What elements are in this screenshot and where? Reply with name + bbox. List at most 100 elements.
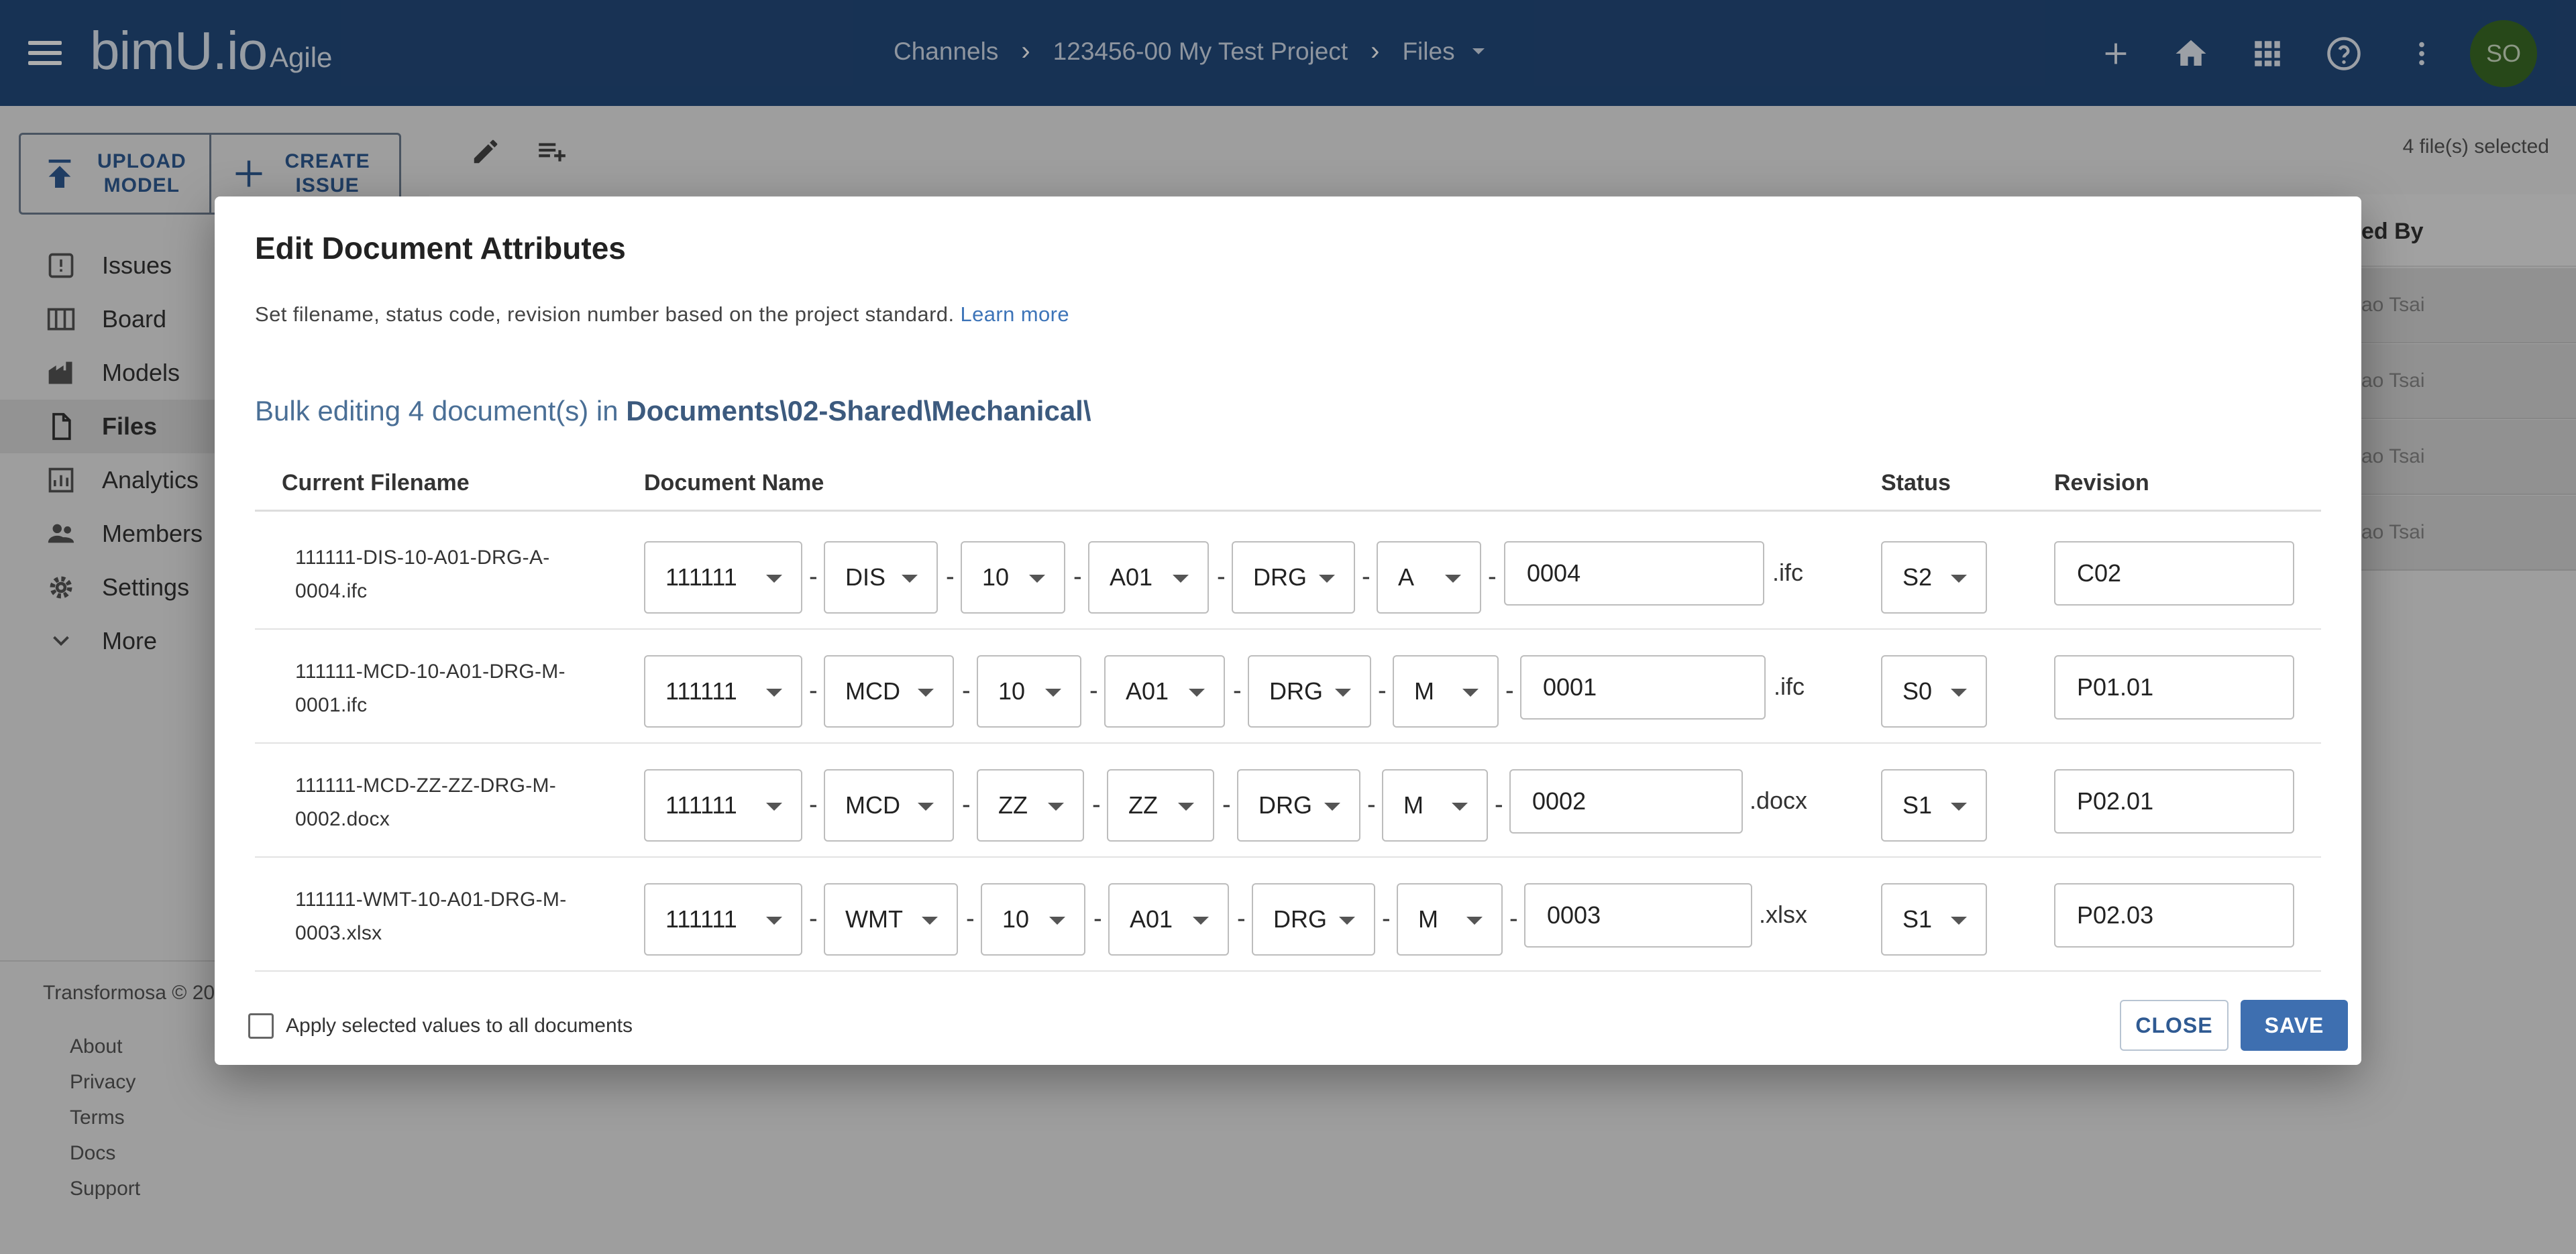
description-text: Set filename, status code, revision numb… bbox=[255, 302, 955, 326]
separator-dash: - bbox=[1233, 677, 1242, 705]
level-select[interactable]: A01 bbox=[1108, 883, 1229, 956]
select-value: 111111 bbox=[665, 563, 737, 591]
level-select[interactable]: A01 bbox=[1088, 541, 1209, 614]
dialog-description: Set filename, status code, revision numb… bbox=[255, 302, 1069, 327]
dropdown-arrow-icon bbox=[1324, 803, 1340, 811]
separator-dash: - bbox=[966, 905, 975, 933]
current-filename: 111111-DIS-10-A01-DRG-A-0004.ifc bbox=[295, 547, 550, 602]
select-value: MCD bbox=[845, 677, 900, 705]
originator-select[interactable]: WMT bbox=[824, 883, 958, 956]
dropdown-arrow-icon bbox=[1951, 917, 1967, 925]
project-select[interactable]: 111111 bbox=[644, 655, 802, 728]
status-select[interactable]: S1 bbox=[1881, 883, 1987, 956]
project-select[interactable]: 111111 bbox=[644, 769, 802, 842]
edit-document-attributes-dialog: Edit Document Attributes Set filename, s… bbox=[215, 196, 2361, 1065]
separator-dash: - bbox=[1367, 791, 1376, 819]
dropdown-arrow-icon bbox=[766, 917, 782, 925]
number-input[interactable]: 0004 bbox=[1504, 541, 1764, 606]
zone-select[interactable]: 10 bbox=[977, 655, 1081, 728]
close-button[interactable]: CLOSE bbox=[2120, 1000, 2229, 1051]
project-select[interactable]: 111111 bbox=[644, 883, 802, 956]
dropdown-arrow-icon bbox=[918, 689, 934, 697]
dropdown-arrow-icon bbox=[766, 575, 782, 583]
revision-input[interactable]: P01.01 bbox=[2054, 655, 2294, 720]
dropdown-arrow-icon bbox=[922, 917, 938, 925]
file-extension: .xlsx bbox=[1759, 901, 1807, 928]
project-select[interactable]: 111111 bbox=[644, 541, 802, 614]
separator-dash: - bbox=[1222, 791, 1231, 819]
save-button[interactable]: SAVE bbox=[2241, 1000, 2348, 1051]
role-select[interactable]: M bbox=[1393, 655, 1499, 728]
separator-dash: - bbox=[1362, 563, 1371, 591]
originator-select[interactable]: DIS bbox=[824, 541, 938, 614]
column-header-status: Status bbox=[1881, 470, 1951, 496]
type-select[interactable]: DRG bbox=[1237, 769, 1360, 842]
dropdown-arrow-icon bbox=[1189, 689, 1205, 697]
level-select[interactable]: A01 bbox=[1104, 655, 1225, 728]
originator-select[interactable]: MCD bbox=[824, 769, 954, 842]
zone-select[interactable]: ZZ bbox=[977, 769, 1084, 842]
dropdown-arrow-icon bbox=[1951, 689, 1967, 697]
zone-select[interactable]: 10 bbox=[961, 541, 1065, 614]
level-select[interactable]: ZZ bbox=[1107, 769, 1214, 842]
number-input[interactable]: 0001 bbox=[1520, 655, 1766, 720]
number-input[interactable]: 0002 bbox=[1509, 769, 1743, 834]
separator-dash: - bbox=[1509, 905, 1518, 933]
select-value: DIS bbox=[845, 563, 886, 591]
learn-more-link[interactable]: Learn more bbox=[960, 302, 1069, 326]
select-value: 111111 bbox=[665, 905, 737, 933]
select-value: 10 bbox=[1002, 905, 1030, 933]
separator-dash: - bbox=[1505, 677, 1514, 705]
zone-select[interactable]: 10 bbox=[981, 883, 1085, 956]
status-select[interactable]: S0 bbox=[1881, 655, 1987, 728]
status-select[interactable]: S2 bbox=[1881, 541, 1987, 614]
separator-dash: - bbox=[946, 563, 955, 591]
dropdown-arrow-icon bbox=[1178, 803, 1194, 811]
separator-dash: - bbox=[1488, 563, 1497, 591]
dropdown-arrow-icon bbox=[1173, 575, 1189, 583]
type-select[interactable]: DRG bbox=[1232, 541, 1355, 614]
dropdown-arrow-icon bbox=[1445, 575, 1461, 583]
originator-select[interactable]: MCD bbox=[824, 655, 954, 728]
dropdown-arrow-icon bbox=[1193, 917, 1209, 925]
apply-to-all-option[interactable]: Apply selected values to all documents bbox=[248, 1013, 633, 1039]
table-row: 111111-WMT-10-A01-DRG-M-0003.xlsx 111111… bbox=[255, 858, 2321, 972]
apply-to-all-checkbox[interactable] bbox=[248, 1013, 274, 1039]
type-select[interactable]: DRG bbox=[1248, 655, 1371, 728]
status-select[interactable]: S1 bbox=[1881, 769, 1987, 842]
revision-input[interactable]: P02.01 bbox=[2054, 769, 2294, 834]
role-select[interactable]: A bbox=[1377, 541, 1481, 614]
role-select[interactable]: M bbox=[1382, 769, 1488, 842]
table-row: 111111-MCD-10-A01-DRG-M-0001.ifc 111111 … bbox=[255, 630, 2321, 744]
column-header-revision: Revision bbox=[2054, 470, 2149, 496]
select-value: A bbox=[1398, 563, 1415, 591]
select-value: M bbox=[1418, 905, 1438, 933]
select-value: DRG bbox=[1269, 677, 1323, 705]
file-extension: .ifc bbox=[1772, 559, 1804, 586]
select-value: A01 bbox=[1130, 905, 1173, 933]
dropdown-arrow-icon bbox=[1339, 917, 1355, 925]
select-value: DRG bbox=[1258, 791, 1312, 819]
dropdown-arrow-icon bbox=[1048, 803, 1064, 811]
role-select[interactable]: M bbox=[1397, 883, 1503, 956]
table-header: Current Filename Document Name Status Re… bbox=[255, 465, 2321, 512]
type-select[interactable]: DRG bbox=[1252, 883, 1375, 956]
separator-dash: - bbox=[809, 791, 818, 819]
select-value: A01 bbox=[1126, 677, 1169, 705]
revision-input[interactable]: P02.03 bbox=[2054, 883, 2294, 948]
separator-dash: - bbox=[1382, 905, 1391, 933]
separator-dash: - bbox=[1093, 905, 1102, 933]
select-value: M bbox=[1403, 791, 1424, 819]
number-input[interactable]: 0003 bbox=[1524, 883, 1752, 948]
dropdown-arrow-icon bbox=[1452, 803, 1468, 811]
revision-input[interactable]: C02 bbox=[2054, 541, 2294, 606]
select-value: DRG bbox=[1253, 563, 1307, 591]
bulk-edit-summary: Bulk editing 4 document(s) in Documents\… bbox=[255, 395, 1091, 427]
select-value: S2 bbox=[1902, 563, 1933, 591]
select-value: 111111 bbox=[665, 677, 737, 705]
select-value: M bbox=[1414, 677, 1434, 705]
separator-dash: - bbox=[809, 905, 818, 933]
table-row: 111111-DIS-10-A01-DRG-A-0004.ifc 111111 … bbox=[255, 516, 2321, 630]
select-value: 10 bbox=[998, 677, 1026, 705]
dropdown-arrow-icon bbox=[766, 689, 782, 697]
